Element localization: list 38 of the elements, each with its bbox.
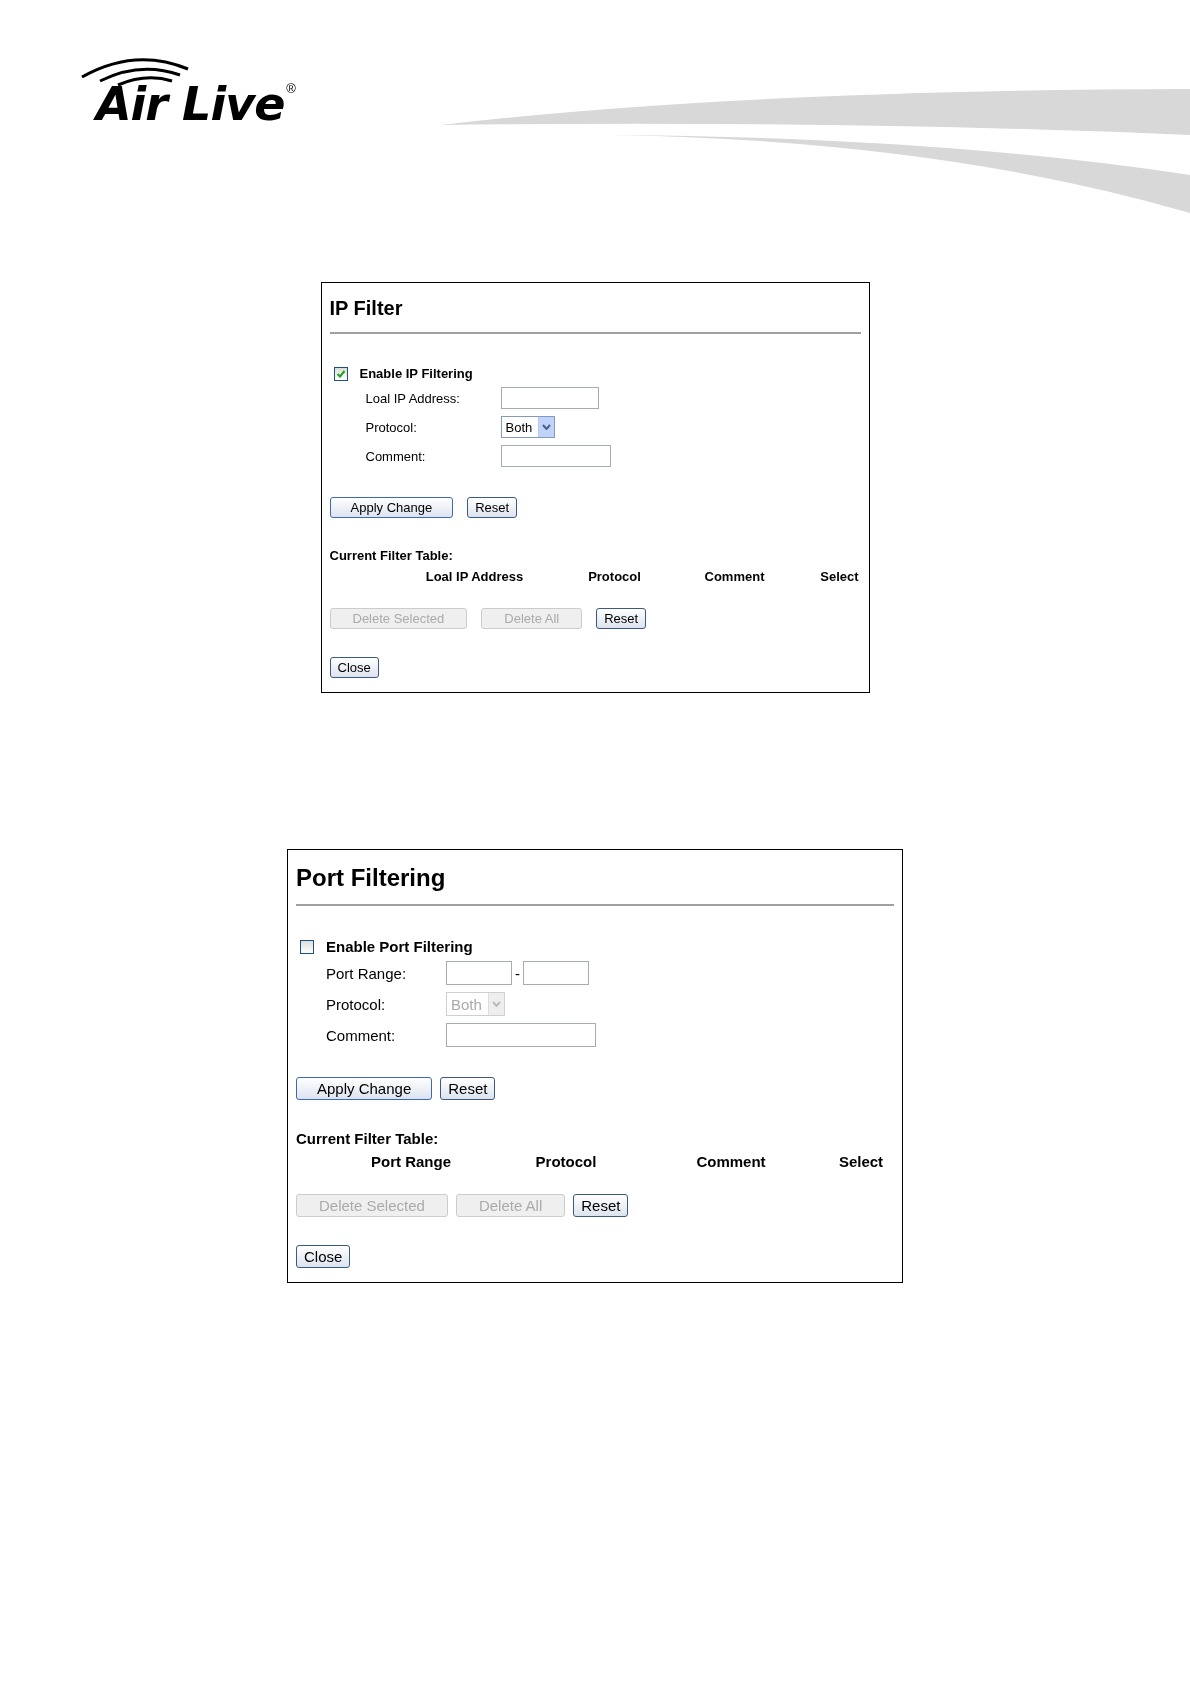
checkbox-label: Enable Port Filtering (326, 938, 473, 955)
field-label: Loal IP Address: (365, 390, 461, 406)
action-button[interactable]: Apply Change (296, 1077, 433, 1100)
close-button[interactable]: Close (296, 1245, 351, 1268)
input-field[interactable] (523, 961, 589, 985)
input-field[interactable] (446, 1023, 596, 1047)
panel-title: IP Filter (329, 297, 404, 320)
field-label: Comment: (326, 1026, 397, 1044)
range-separator: - (515, 964, 520, 982)
action-button[interactable]: Reset (596, 608, 647, 629)
field-label: Comment: (365, 448, 427, 464)
input-field[interactable] (500, 445, 611, 467)
checkbox-label: Enable IP Filtering (359, 366, 473, 381)
checkbox[interactable] (333, 366, 348, 381)
action-button[interactable]: Reset (440, 1077, 496, 1100)
column-header: Port Range (370, 1153, 452, 1170)
table-title: Current Filter Table: (329, 548, 454, 563)
column-header: Select (819, 569, 860, 584)
field-label: Port Range: (326, 964, 408, 982)
input-field[interactable] (500, 387, 599, 409)
column-header: Loal IP Address (424, 569, 525, 584)
protocol-select[interactable]: Both (500, 416, 556, 438)
action-button[interactable]: Reset (467, 497, 518, 518)
panel-title: Port Filtering (296, 864, 447, 892)
action-button[interactable]: Reset (573, 1194, 629, 1217)
column-header: Comment (703, 569, 766, 584)
field-label: Protocol: (326, 995, 387, 1013)
column-header: Select (837, 1153, 885, 1170)
column-header: Protocol (587, 569, 642, 584)
registered-mark: ® (286, 81, 295, 96)
column-header: Comment (695, 1153, 767, 1170)
close-button[interactable]: Close (329, 657, 379, 678)
action-button[interactable]: Apply Change (329, 497, 454, 518)
input-field[interactable] (446, 961, 512, 985)
checkbox[interactable] (300, 939, 314, 954)
table-title: Current Filter Table: (296, 1130, 440, 1147)
column-header: Protocol (534, 1153, 598, 1170)
field-label: Protocol: (365, 419, 418, 435)
